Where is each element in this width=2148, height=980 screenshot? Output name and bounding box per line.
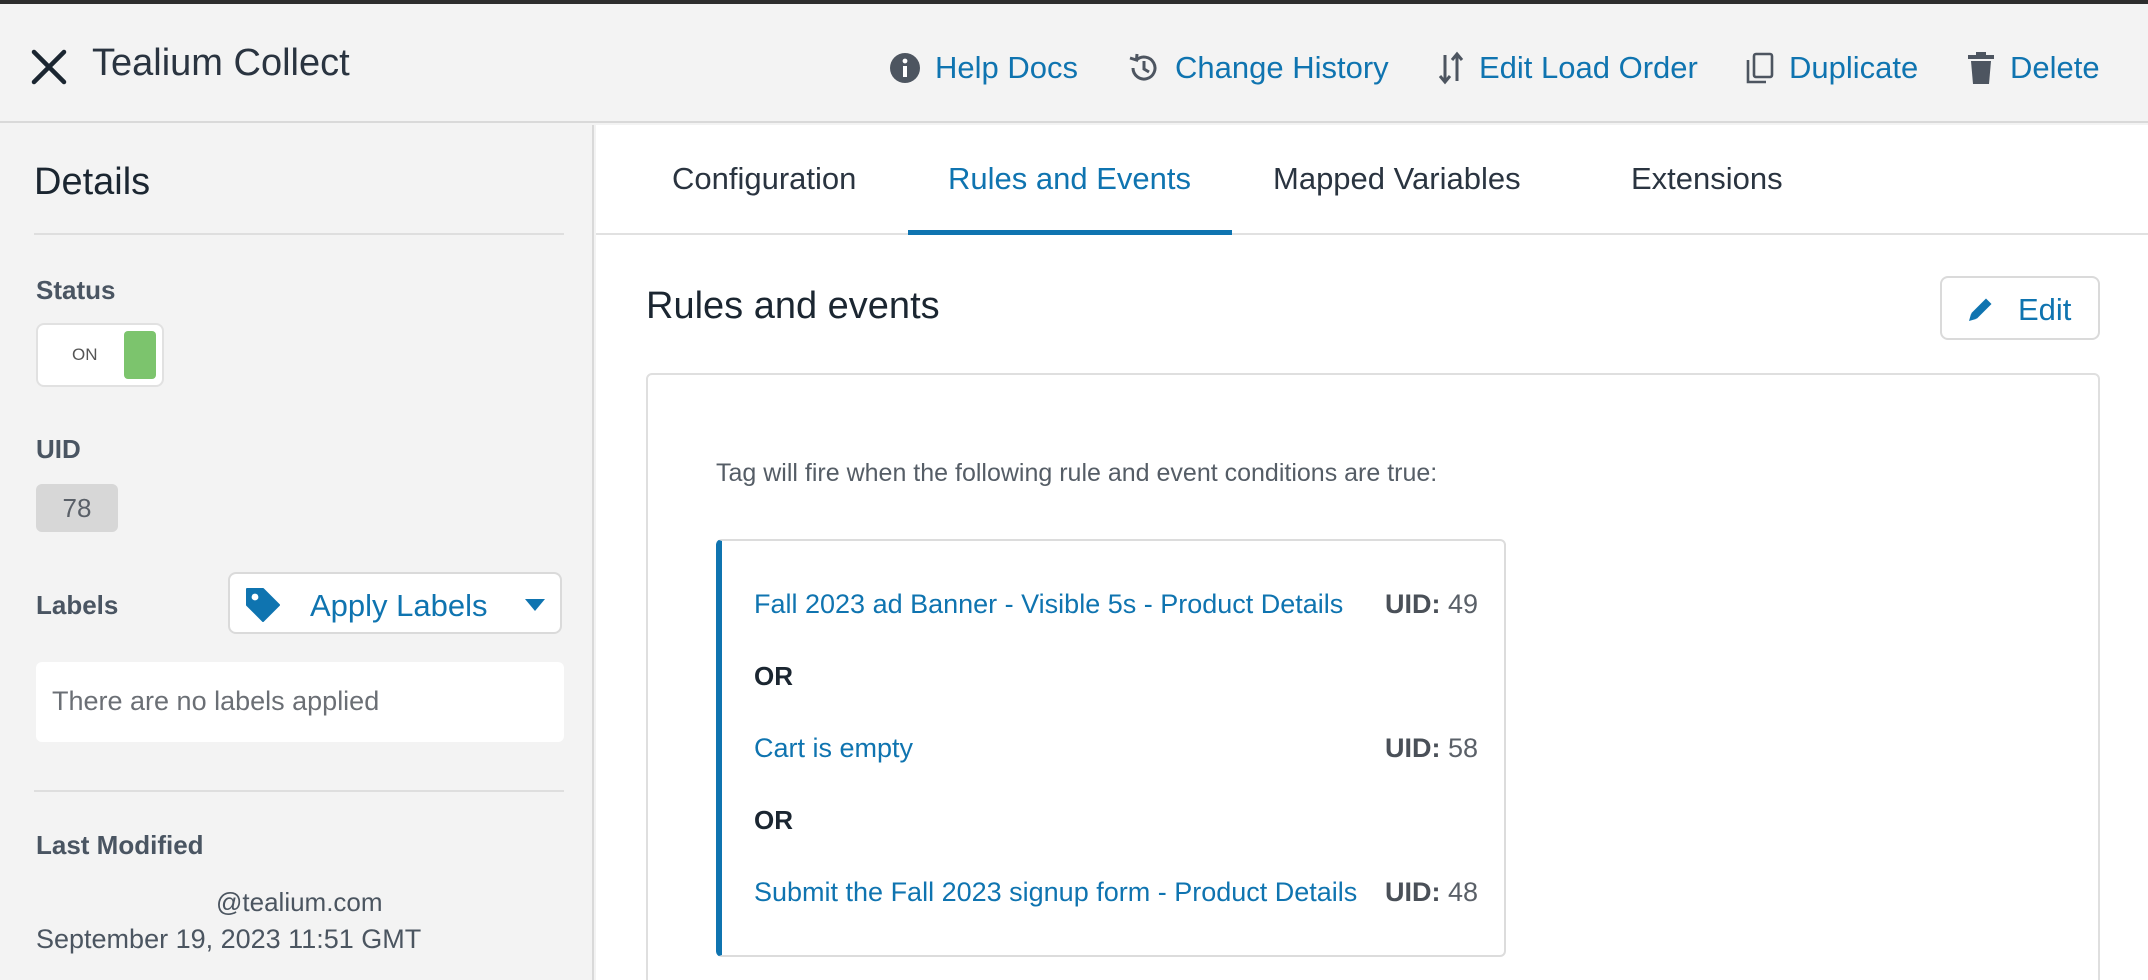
or-separator: OR — [754, 661, 793, 691]
last-modified-date: September 19, 2023 11:51 GMT — [36, 924, 422, 954]
rule-uid-value: 58 — [1448, 733, 1479, 763]
tab-extensions[interactable]: Extensions — [1631, 161, 1783, 197]
rule-uid: UID: 48 — [1385, 877, 1478, 908]
duplicate-label: Duplicate — [1789, 50, 1919, 85]
trash-icon — [1968, 52, 1994, 84]
delete-label: Delete — [2010, 50, 2100, 85]
tab-rules-and-events[interactable]: Rules and Events — [948, 161, 1191, 197]
chevron-down-icon — [525, 599, 545, 611]
app-title: Tealium Collect — [92, 42, 350, 84]
info-icon — [890, 53, 920, 83]
history-icon — [1129, 53, 1157, 81]
edit-load-order-label: Edit Load Order — [1479, 50, 1698, 85]
rule-uid-value: 48 — [1448, 877, 1479, 907]
last-modified-email: @tealium.com — [216, 887, 383, 917]
help-docs-label: Help Docs — [935, 50, 1078, 85]
apply-labels-dropdown[interactable]: Apply Labels — [228, 572, 562, 634]
close-icon — [31, 49, 67, 85]
rule-uid-prefix: UID: — [1385, 589, 1441, 619]
delete-button[interactable]: Delete — [1966, 46, 2100, 90]
rules-panel: Tag will fire when the following rule an… — [646, 373, 2100, 980]
change-history-button[interactable]: Change History — [1127, 46, 1389, 90]
edit-button[interactable]: Edit — [1940, 276, 2100, 340]
active-tab-indicator — [908, 230, 1232, 235]
section-title: Rules and events — [646, 285, 940, 327]
help-docs-button[interactable]: Help Docs — [889, 46, 1078, 90]
tab-mapped-variables[interactable]: Mapped Variables — [1273, 161, 1521, 197]
rule-link[interactable]: Fall 2023 ad Banner - Visible 5s - Produ… — [754, 589, 1343, 620]
rule-link[interactable]: Cart is empty — [754, 733, 913, 764]
or-separator: OR — [754, 805, 793, 835]
uid-label: UID — [36, 434, 81, 464]
edit-load-order-button[interactable]: Edit Load Order — [1437, 46, 1698, 90]
header-bar: Tealium Collect Help Docs Change History… — [0, 4, 2148, 123]
main-panel: Configuration Rules and Events Mapped Va… — [596, 125, 2148, 980]
pencil-icon — [1969, 298, 1992, 321]
status-toggle-knob — [124, 331, 156, 379]
rules-list: Fall 2023 ad Banner - Visible 5s - Produ… — [716, 539, 1506, 957]
status-toggle-text: ON — [72, 345, 98, 364]
rule-uid-prefix: UID: — [1385, 877, 1441, 907]
rules-intro-text: Tag will fire when the following rule an… — [716, 459, 1438, 487]
tab-configuration[interactable]: Configuration — [672, 161, 856, 197]
sidebar-title: Details — [34, 161, 151, 203]
uid-badge: 78 — [36, 484, 118, 532]
duplicate-button[interactable]: Duplicate — [1745, 46, 1918, 90]
labels-empty-text: There are no labels applied — [52, 686, 380, 716]
copy-icon — [1746, 52, 1774, 84]
rule-uid-prefix: UID: — [1385, 733, 1441, 763]
close-button[interactable] — [26, 44, 72, 90]
rule-uid: UID: 49 — [1385, 589, 1478, 620]
sidebar-divider — [34, 790, 564, 792]
labels-label: Labels — [36, 590, 119, 620]
rule-uid: UID: 58 — [1385, 733, 1478, 764]
labels-empty-box: There are no labels applied — [36, 662, 564, 742]
apply-labels-label: Apply Labels — [310, 588, 488, 623]
rule-link[interactable]: Submit the Fall 2023 signup form - Produ… — [754, 877, 1357, 908]
last-modified-label: Last Modified — [36, 830, 204, 860]
status-toggle[interactable]: ON — [36, 323, 164, 387]
rule-uid-value: 49 — [1448, 589, 1479, 619]
sort-icon — [1438, 51, 1464, 85]
edit-label: Edit — [2018, 292, 2072, 327]
status-label: Status — [36, 275, 116, 305]
tab-bar: Configuration Rules and Events Mapped Va… — [596, 125, 2148, 235]
change-history-label: Change History — [1175, 50, 1389, 85]
tag-icon — [246, 588, 280, 622]
details-sidebar: Details Status ON UID 78 Labels Apply La… — [0, 125, 594, 980]
sidebar-divider — [34, 233, 564, 235]
